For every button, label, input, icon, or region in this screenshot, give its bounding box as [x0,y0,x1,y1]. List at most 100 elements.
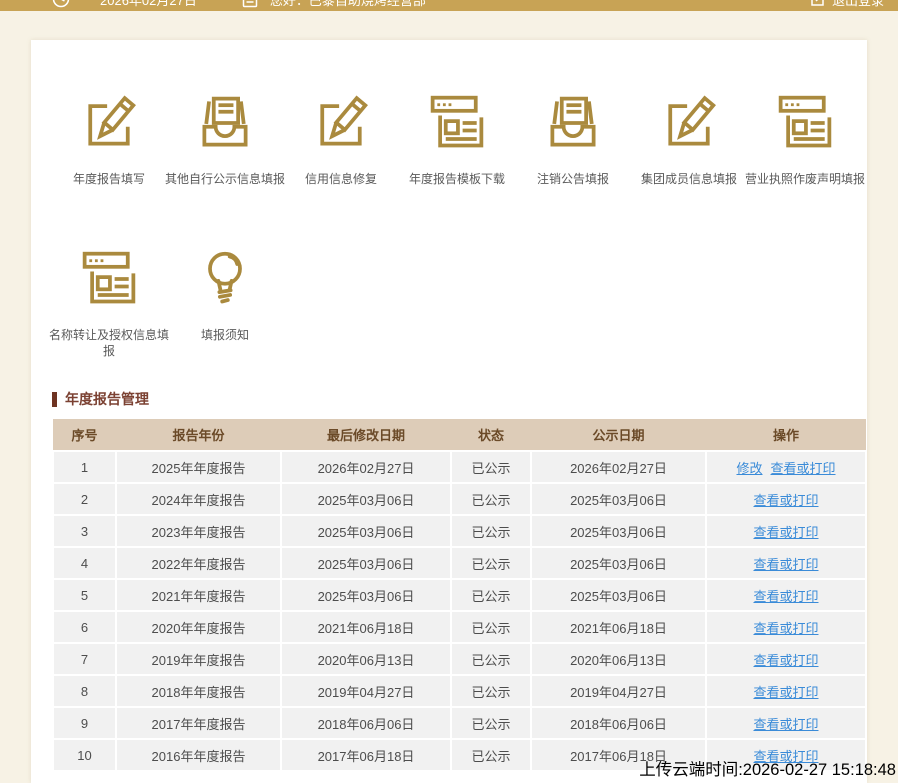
modify-link[interactable]: 修改 [736,461,762,476]
view-print-link[interactable]: 查看或打印 [753,525,818,540]
cell-actions: 查看或打印 [706,515,866,547]
cell-no: 4 [53,547,116,579]
cell-status: 已公示 [451,547,531,579]
cell-no: 6 [53,611,116,643]
cell-actions: 查看或打印 [706,611,866,643]
cell-no: 10 [53,739,116,771]
cell-year: 2016年年度报告 [116,739,281,771]
cell-actions: 修改查看或打印 [706,451,866,483]
view-print-link[interactable]: 查看或打印 [753,653,818,668]
cell-year: 2020年年度报告 [116,611,281,643]
report-row: 12025年年度报告2026年02月27日已公示2026年02月27日修改查看或… [53,451,866,483]
cell-status: 已公示 [451,675,531,707]
cell-actions: 查看或打印 [706,675,866,707]
cell-published: 2021年06月18日 [531,611,706,643]
annual-report-table: 序号报告年份最后修改日期状态公示日期操作 12025年年度报告2026年02月2… [52,419,867,772]
report-row: 82018年年度报告2019年04月27日已公示2019年04月27日查看或打印 [53,675,866,707]
cell-status: 已公示 [451,483,531,515]
shortcut-other-publicity-info-fill[interactable]: 其他自行公示信息填报 [167,93,283,187]
shortcut-credit-info-repair[interactable]: 信用信息修复 [283,93,399,187]
report-row: 32023年年度报告2025年03月06日已公示2025年03月06日查看或打印 [53,515,866,547]
column-header: 报告年份 [116,419,281,451]
cell-no: 2 [53,483,116,515]
cell-year: 2025年年度报告 [116,451,281,483]
shortcut-annual-report-fill[interactable]: 年度报告填写 [51,93,167,187]
cell-published: 2020年06月13日 [531,643,706,675]
cell-status: 已公示 [451,579,531,611]
cell-published: 2018年06月06日 [531,707,706,739]
user-greeting: 您好：巴黎自助烧烤经营部 [270,0,426,9]
cell-published: 2019年04月27日 [531,675,706,707]
shortcut-label: 年度报告模板下载 [395,171,519,187]
cell-year: 2021年年度报告 [116,579,281,611]
tray-icon [542,93,604,153]
shortcut-label: 其他自行公示信息填报 [163,171,287,187]
cell-actions: 查看或打印 [706,707,866,739]
shortcut-license-void-declaration-fill[interactable]: 营业执照作废声明填报 [747,93,863,187]
cell-no: 9 [53,707,116,739]
edit-icon [78,93,140,153]
cell-modified: 2025年03月06日 [281,547,451,579]
cell-published: 2025年03月06日 [531,483,706,515]
shortcut-label: 名称转让及授权信息填报 [47,327,171,359]
cell-modified: 2020年06月13日 [281,643,451,675]
cell-year: 2023年年度报告 [116,515,281,547]
cell-modified: 2021年06月18日 [281,611,451,643]
cell-year: 2018年年度报告 [116,675,281,707]
section-title: 年度报告管理 [65,389,149,409]
column-header: 序号 [53,419,116,451]
bulb-icon [194,249,256,309]
clock-icon [52,0,70,8]
shortcut-row: 名称转让及授权信息填报 填报须知 [31,249,867,359]
cell-published: 2025年03月06日 [531,547,706,579]
browser-icon [78,249,140,309]
report-row: 22024年年度报告2025年03月06日已公示2025年03月06日查看或打印 [53,483,866,515]
cell-year: 2017年年度报告 [116,707,281,739]
column-header: 状态 [451,419,531,451]
main-card: 年度报告填写 其他自行公示信息填报 信用信息修复 年度报告模板下载 [31,40,867,783]
view-print-link[interactable]: 查看或打印 [753,493,818,508]
browser-icon [426,93,488,153]
shortcut-grid: 年度报告填写 其他自行公示信息填报 信用信息修复 年度报告模板下载 [31,93,867,359]
browser-icon [774,93,836,153]
cell-status: 已公示 [451,707,531,739]
cell-published: 2025年03月06日 [531,515,706,547]
view-print-link[interactable]: 查看或打印 [753,589,818,604]
view-print-link[interactable]: 查看或打印 [753,621,818,636]
cell-no: 5 [53,579,116,611]
view-print-link[interactable]: 查看或打印 [753,685,818,700]
section-header: 年度报告管理 [52,389,867,409]
cell-actions: 查看或打印 [706,579,866,611]
shortcut-filing-instructions[interactable]: 填报须知 [167,249,283,359]
logout-button[interactable]: 退出登录 [810,0,884,11]
cell-no: 7 [53,643,116,675]
view-print-link[interactable]: 查看或打印 [771,461,836,476]
view-print-link[interactable]: 查看或打印 [753,717,818,732]
report-row: 62020年年度报告2021年06月18日已公示2021年06月18日查看或打印 [53,611,866,643]
cell-no: 8 [53,675,116,707]
topbar: 2026年02月27日 您好：巴黎自助烧烤经营部 退出登录 [0,0,898,11]
cell-status: 已公示 [451,451,531,483]
shortcut-label: 营业执照作废声明填报 [743,171,867,187]
column-header: 最后修改日期 [281,419,451,451]
cell-year: 2024年年度报告 [116,483,281,515]
edit-icon [310,93,372,153]
shortcut-cancellation-notice-fill[interactable]: 注销公告填报 [515,93,631,187]
logout-label: 退出登录 [832,0,884,9]
shortcut-name-transfer-authorization-fill[interactable]: 名称转让及授权信息填报 [51,249,167,359]
document-icon [242,0,258,8]
cell-modified: 2026年02月27日 [281,451,451,483]
shortcut-label: 年度报告填写 [47,171,171,187]
shortcut-group-member-info-fill[interactable]: 集团成员信息填报 [631,93,747,187]
cell-modified: 2025年03月06日 [281,483,451,515]
section-marker [52,392,57,407]
cell-modified: 2025年03月06日 [281,515,451,547]
view-print-link[interactable]: 查看或打印 [753,557,818,572]
cell-status: 已公示 [451,739,531,771]
cell-status: 已公示 [451,611,531,643]
shortcut-annual-report-template-download[interactable]: 年度报告模板下载 [399,93,515,187]
cell-status: 已公示 [451,515,531,547]
current-date: 2026年02月27日 [100,0,197,9]
cell-actions: 查看或打印 [706,483,866,515]
report-row: 52021年年度报告2025年03月06日已公示2025年03月06日查看或打印 [53,579,866,611]
